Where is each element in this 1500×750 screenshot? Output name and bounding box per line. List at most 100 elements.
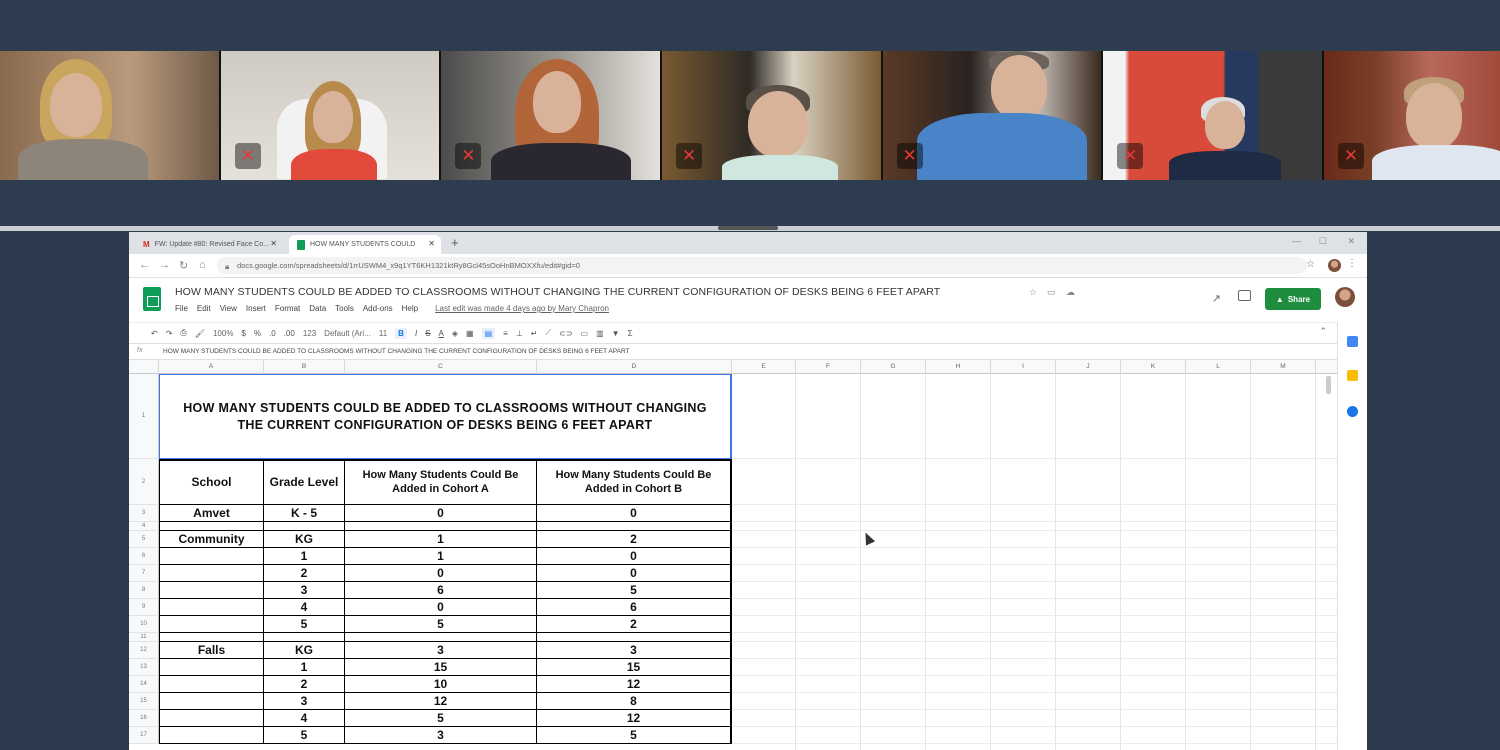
row-header-15[interactable]: 15: [129, 693, 159, 710]
url-field[interactable]: 🔒︎ docs.google.com/spreadsheets/d/1rrUSW…: [217, 257, 1307, 274]
cell-school[interactable]: [159, 582, 264, 599]
insert-link-icon[interactable]: ⊂⊃: [559, 329, 572, 338]
cell-cohort-b[interactable]: 8: [537, 693, 732, 710]
browser-menu-icon[interactable]: ⋮: [1347, 258, 1357, 269]
comments-icon[interactable]: [1238, 290, 1251, 301]
menu-view[interactable]: View: [220, 304, 237, 313]
cell-grade-level[interactable]: [264, 633, 345, 642]
decrease-decimal-button[interactable]: .0: [269, 329, 276, 338]
bookmark-star-icon[interactable]: ☆: [1306, 259, 1315, 270]
share-button[interactable]: ▲ Share: [1265, 288, 1321, 310]
cell-cohort-b[interactable]: 0: [537, 565, 732, 582]
row-header-6[interactable]: 6: [129, 548, 159, 565]
cell-cohort-b[interactable]: 3: [537, 642, 732, 659]
header-cohort-a[interactable]: How Many Students Could Be Added in Coho…: [345, 459, 537, 505]
cell-grade-level[interactable]: 2: [264, 565, 345, 582]
last-edit-link[interactable]: Last edit was made 4 days ago by Mary Ch…: [435, 304, 609, 313]
participant-tile-5[interactable]: ✕: [882, 51, 1102, 180]
horizontal-align-icon[interactable]: ≡: [503, 329, 508, 338]
cell-cohort-b[interactable]: 0: [537, 548, 732, 565]
close-tab-icon[interactable]: ✕: [428, 239, 435, 248]
cell-grade-level[interactable]: 4: [264, 599, 345, 616]
bold-button[interactable]: B: [395, 327, 407, 339]
cell-school[interactable]: [159, 693, 264, 710]
calendar-icon[interactable]: [1347, 336, 1358, 347]
cell-cohort-a[interactable]: 5: [345, 616, 537, 633]
collapse-menu-icon[interactable]: ⌃: [1319, 326, 1327, 337]
row-header-1[interactable]: 1: [129, 374, 159, 459]
activity-dashboard-icon[interactable]: ↗: [1212, 292, 1221, 305]
cell-cohort-b[interactable]: 12: [537, 710, 732, 727]
cell-school[interactable]: Amvet: [159, 505, 264, 522]
cell-cohort-a[interactable]: 10: [345, 676, 537, 693]
maximize-icon[interactable]: ☐: [1319, 236, 1327, 247]
strikethrough-button[interactable]: S: [425, 329, 430, 338]
cell-grade-level[interactable]: KG: [264, 642, 345, 659]
cell-cohort-a[interactable]: 0: [345, 565, 537, 582]
cloud-status-icon[interactable]: ☁: [1066, 287, 1075, 298]
row-header-16[interactable]: 16: [129, 710, 159, 727]
column-header-i[interactable]: I: [991, 360, 1056, 374]
cell-cohort-a[interactable]: 1: [345, 531, 537, 548]
row-header-7[interactable]: 7: [129, 565, 159, 582]
redo-icon[interactable]: ↷: [166, 329, 173, 338]
header-cohort-b[interactable]: How Many Students Could Be Added in Coho…: [537, 459, 732, 505]
participant-tile-2[interactable]: ✕: [220, 51, 440, 180]
column-header-j[interactable]: J: [1056, 360, 1121, 374]
cell-grade-level[interactable]: 1: [264, 548, 345, 565]
cell-cohort-b[interactable]: 5: [537, 727, 732, 744]
row-header-4[interactable]: 4: [129, 522, 159, 531]
column-header-c[interactable]: C: [345, 360, 537, 374]
forward-icon[interactable]: →: [159, 259, 170, 271]
cell-school[interactable]: [159, 710, 264, 727]
cell-school[interactable]: Community: [159, 531, 264, 548]
cell-school[interactable]: [159, 565, 264, 582]
cell-grade-level[interactable]: 4: [264, 710, 345, 727]
cell-school[interactable]: [159, 599, 264, 616]
participant-tile-3[interactable]: ✕: [441, 51, 660, 180]
home-icon[interactable]: ⌂: [199, 259, 206, 271]
row-header-10[interactable]: 10: [129, 616, 159, 633]
menu-insert[interactable]: Insert: [246, 304, 266, 313]
row-header-11[interactable]: 11: [129, 633, 159, 642]
text-rotation-icon[interactable]: ⟋: [546, 328, 552, 338]
cell-cohort-b[interactable]: 2: [537, 531, 732, 548]
menu-edit[interactable]: Edit: [197, 304, 211, 313]
percent-button[interactable]: %: [254, 329, 261, 338]
star-icon[interactable]: ☆: [1029, 287, 1037, 298]
cell-grade-level[interactable]: 3: [264, 582, 345, 599]
tasks-icon[interactable]: [1347, 406, 1358, 417]
cell-grade-level[interactable]: K - 5: [264, 505, 345, 522]
italic-button[interactable]: I: [415, 329, 417, 338]
cell-grade-level[interactable]: KG: [264, 531, 345, 548]
row-header-17[interactable]: 17: [129, 727, 159, 744]
cell-cohort-a[interactable]: [345, 522, 537, 531]
functions-button[interactable]: Σ: [628, 329, 633, 338]
vertical-align-icon[interactable]: ⊥: [516, 329, 523, 338]
document-title[interactable]: HOW MANY STUDENTS COULD BE ADDED TO CLAS…: [175, 286, 940, 298]
cell-school[interactable]: [159, 727, 264, 744]
cell-cohort-a[interactable]: 0: [345, 505, 537, 522]
menu-tools[interactable]: Tools: [335, 304, 354, 313]
cell-grade-level[interactable]: 5: [264, 616, 345, 633]
cell-school[interactable]: [159, 659, 264, 676]
formula-input[interactable]: HOW MANY STUDENTS COULD BE ADDED TO CLAS…: [163, 348, 630, 355]
cell-cohort-b[interactable]: 0: [537, 505, 732, 522]
cell-grade-level[interactable]: 1: [264, 659, 345, 676]
cell-school[interactable]: Falls: [159, 642, 264, 659]
row-header-5[interactable]: 5: [129, 531, 159, 548]
sheets-logo-icon[interactable]: [143, 287, 161, 311]
font-size-select[interactable]: 11: [379, 329, 387, 338]
cell-grade-level[interactable]: 2: [264, 676, 345, 693]
header-grade-level[interactable]: Grade Level: [264, 459, 345, 505]
column-header-e[interactable]: E: [732, 360, 796, 374]
cell-cohort-b[interactable]: 15: [537, 659, 732, 676]
cell-school[interactable]: [159, 633, 264, 642]
close-tab-icon[interactable]: ✕: [270, 239, 277, 248]
cell-cohort-b[interactable]: 2: [537, 616, 732, 633]
participant-tile-6[interactable]: ✕: [1103, 51, 1322, 180]
browser-tab-sheets[interactable]: HOW MANY STUDENTS COULD ✕: [289, 235, 441, 254]
row-header-14[interactable]: 14: [129, 676, 159, 693]
cell-cohort-a[interactable]: 12: [345, 693, 537, 710]
column-header-m[interactable]: M: [1251, 360, 1316, 374]
